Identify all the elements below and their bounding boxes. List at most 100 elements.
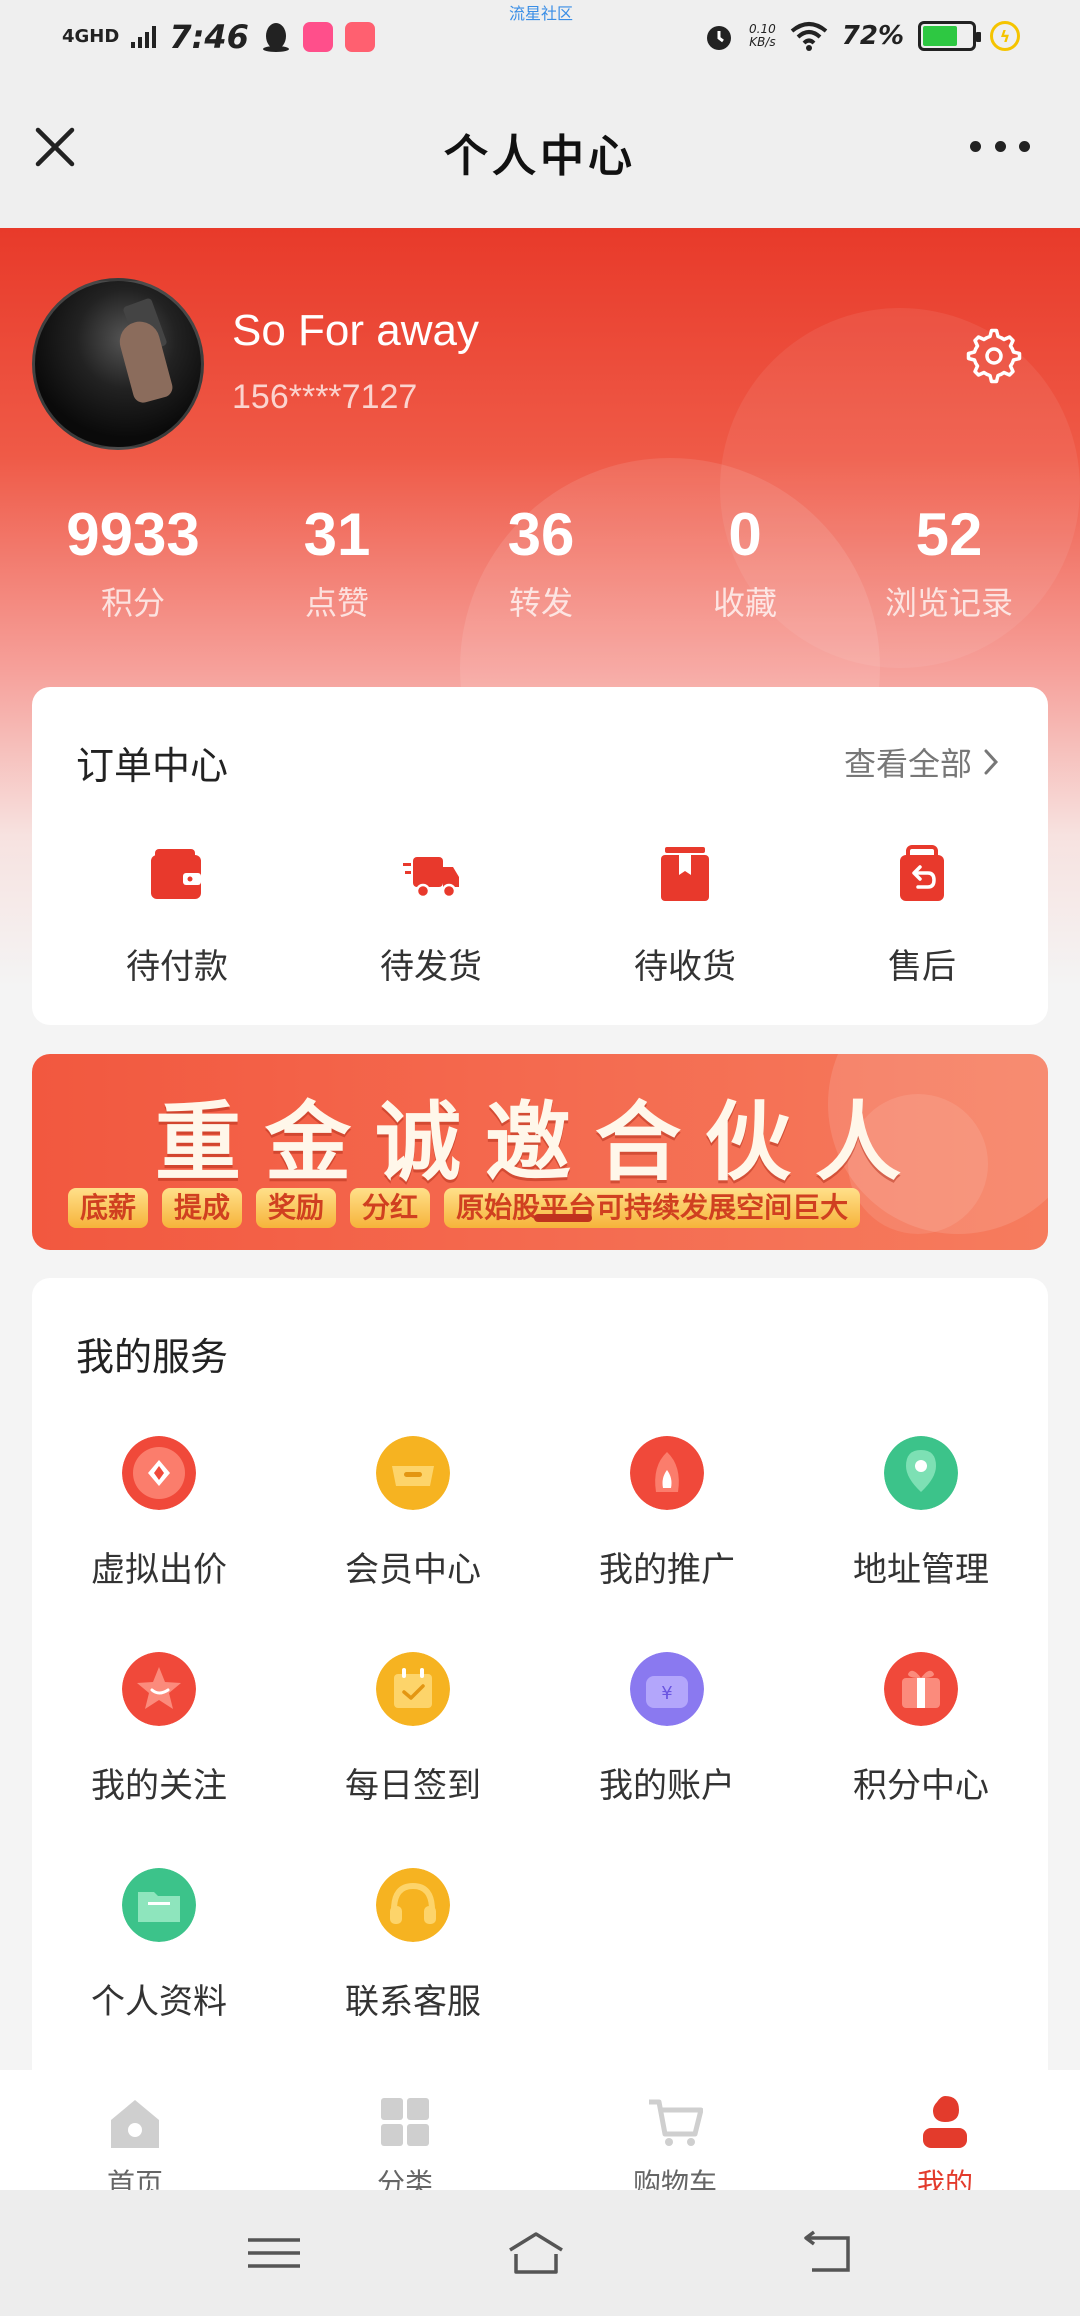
service-personal-info[interactable]: 个人资料	[32, 1868, 286, 2084]
avatar[interactable]	[32, 278, 204, 450]
banner-tag: 提成	[162, 1188, 243, 1228]
service-label: 会员中心	[345, 1550, 481, 1590]
stat-shares[interactable]: 36 转发	[439, 498, 643, 624]
battery-icon	[918, 21, 981, 51]
service-label: 我的推广	[599, 1550, 735, 1590]
order-item-label: 待收货	[634, 947, 736, 987]
stat-value: 9933	[66, 501, 200, 568]
stat-label: 收藏	[712, 584, 777, 622]
stat-favorites[interactable]: 0 收藏	[643, 498, 847, 624]
virtual-bid-icon	[122, 1436, 196, 1510]
banner-title: 重金诚邀合伙人	[155, 1092, 925, 1193]
status-bar: 4GHD 7:46 流星社区 0.10 KB/s 72% ϟ	[0, 0, 1080, 80]
partner-recruit-banner[interactable]: 重金诚邀合伙人 底薪 提成 奖励 分红 原始股平台可持续发展空间巨大	[32, 1054, 1048, 1250]
service-address-management[interactable]: 地址管理	[794, 1436, 1048, 1652]
status-left: 4GHD 7:46	[62, 18, 375, 56]
tab-mine[interactable]: 我的	[810, 2070, 1080, 2190]
service-label: 积分中心	[853, 1766, 989, 1806]
tab-label: 首页	[106, 2167, 163, 2190]
services-title: 我的服务	[76, 1335, 229, 1379]
more-dot	[1019, 140, 1030, 152]
qq-penguin-icon	[262, 23, 289, 52]
service-label: 地址管理	[853, 1550, 989, 1590]
order-item-pending-payment[interactable]: 待付款	[50, 845, 304, 988]
page-title: 个人中心	[444, 131, 636, 182]
stat-label: 转发	[508, 584, 573, 622]
service-virtual-bid[interactable]: 虚拟出价	[32, 1436, 286, 1652]
service-member-center[interactable]: 会员中心	[286, 1436, 540, 1652]
carousel-indicator	[534, 1214, 592, 1222]
view-all-orders-link[interactable]: 查看全部	[844, 739, 1000, 785]
phone-number: 156****7127	[232, 378, 418, 416]
tab-category[interactable]: 分类	[270, 2070, 540, 2190]
carrier-tag: 流星社区	[509, 4, 574, 23]
order-items: 待付款 待发货 待收货 售后	[32, 845, 1048, 988]
settings-button[interactable]	[966, 328, 1022, 384]
order-item-label: 待发货	[380, 947, 482, 987]
order-item-label: 售后	[888, 947, 956, 987]
order-item-to-ship[interactable]: 待发货	[304, 845, 558, 988]
order-item-to-receive[interactable]: 待收货	[558, 845, 812, 988]
alarm-icon	[707, 26, 732, 50]
service-label: 个人资料	[91, 1982, 227, 2022]
order-center-card: 订单中心 查看全部 待付款 待发货 待收货 售后	[32, 687, 1048, 1025]
profile-icon	[923, 2096, 967, 2148]
gear-icon	[966, 328, 1022, 384]
speed-unit: KB/s	[749, 35, 776, 49]
category-icon	[381, 2098, 429, 2146]
view-all-label: 查看全部	[843, 745, 972, 783]
tab-label: 购物车	[632, 2167, 717, 2190]
order-item-label: 待付款	[126, 947, 228, 987]
tab-home[interactable]: 首页	[0, 2070, 270, 2190]
truck-icon	[403, 857, 459, 899]
service-label: 我的关注	[91, 1766, 227, 1806]
stat-likes[interactable]: 31 点赞	[235, 498, 439, 624]
net-speed: 0.10 KB/s	[749, 23, 776, 49]
tab-label: 我的	[916, 2167, 973, 2190]
more-options-button[interactable]	[970, 126, 1030, 166]
services-row: 我的关注 每日签到 ¥ 我的账户 积分中心	[32, 1652, 1048, 1868]
face-app-icon	[344, 22, 375, 52]
service-label: 每日签到	[345, 1766, 481, 1806]
tab-cart[interactable]: 购物车	[540, 2070, 810, 2190]
stat-history[interactable]: 52 浏览记录	[847, 498, 1051, 624]
service-my-promotion[interactable]: 我的推广	[540, 1436, 794, 1652]
tab-label: 分类	[376, 2167, 433, 2190]
system-nav-bar	[0, 2190, 1080, 2316]
service-label: 我的账户	[599, 1766, 735, 1806]
wallet-yen-icon: ¥	[630, 1652, 704, 1726]
back-icon[interactable]	[796, 2228, 856, 2278]
title-bar: 个人中心	[0, 100, 1080, 200]
promotion-icon	[630, 1436, 704, 1510]
stat-value: 36	[507, 501, 575, 568]
service-daily-checkin[interactable]: 每日签到	[286, 1652, 540, 1868]
order-item-after-sales[interactable]: 售后	[812, 845, 1032, 988]
return-bag-icon	[900, 845, 944, 901]
home-nav-icon[interactable]	[506, 2228, 566, 2278]
order-center-title: 订单中心	[76, 744, 229, 788]
stat-value: 31	[303, 501, 371, 568]
service-label: 虚拟出价	[91, 1550, 227, 1590]
wifi-icon	[790, 22, 828, 51]
stat-label: 积分	[100, 584, 165, 622]
stat-value: 52	[915, 501, 983, 568]
menu-icon[interactable]	[244, 2228, 304, 2278]
location-icon	[884, 1436, 958, 1510]
stat-points[interactable]: 9933 积分	[31, 498, 235, 624]
app-notification-icon	[302, 22, 333, 52]
service-my-follows[interactable]: 我的关注	[32, 1652, 286, 1868]
username: So For away	[232, 306, 479, 355]
svg-text:¥: ¥	[661, 1683, 672, 1704]
banner-tag: 底薪	[68, 1188, 149, 1228]
stat-label: 点赞	[304, 584, 369, 622]
battery-fill	[923, 26, 958, 46]
service-points-center[interactable]: 积分中心	[794, 1652, 1048, 1868]
stat-value: 0	[728, 501, 762, 568]
service-customer-support[interactable]: 联系客服	[286, 1868, 540, 2084]
my-services-card: 我的服务 虚拟出价 会员中心 我的推广 地址管理 我的关注 每日签到 ¥ 我的账…	[32, 1278, 1048, 2138]
service-my-account[interactable]: ¥ 我的账户	[540, 1652, 794, 1868]
gift-icon	[884, 1652, 958, 1726]
star-icon	[122, 1652, 196, 1726]
cart-icon	[649, 2099, 704, 2146]
services-row: 个人资料 联系客服	[32, 1868, 1048, 2084]
